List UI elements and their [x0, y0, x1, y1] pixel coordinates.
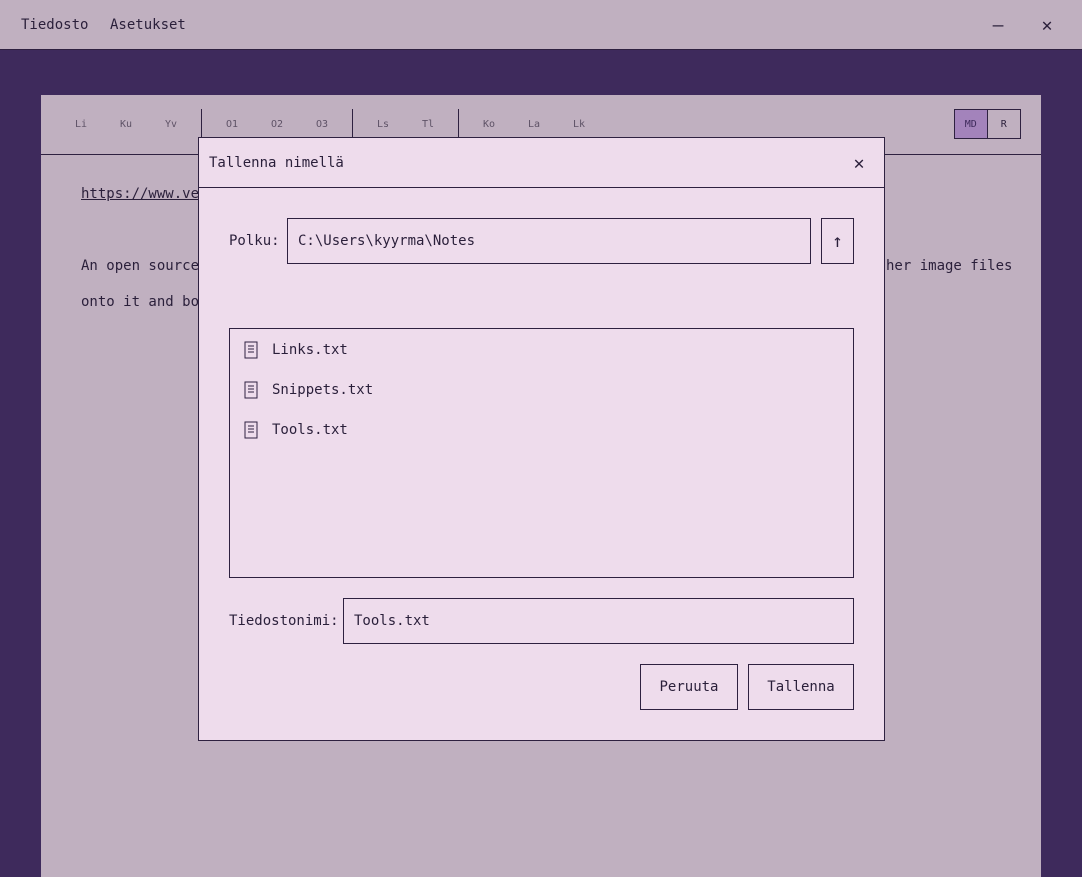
file-name: Links.txt [272, 342, 348, 358]
toolbar-button-o3[interactable]: O3 [307, 119, 337, 130]
dialog-close-button[interactable]: ✕ [847, 151, 871, 175]
toolbar-button-li[interactable]: Li [66, 119, 96, 130]
view-mode-toggle: MD R [954, 109, 1021, 139]
file-name: Snippets.txt [272, 382, 374, 398]
toolbar-button-lk[interactable]: Lk [564, 119, 594, 130]
file-icon [244, 381, 258, 399]
document-text-line-1: An open source [81, 258, 200, 274]
path-label: Polku: [229, 233, 280, 249]
document-link[interactable]: https://www.ver [81, 186, 207, 202]
document-text-line-1-tail: her image files [886, 258, 1013, 274]
parent-folder-button[interactable]: ↑ [821, 218, 854, 264]
list-item[interactable]: Tools.txt [244, 419, 348, 441]
toolbar-button-ls[interactable]: Ls [368, 119, 398, 130]
minimize-button[interactable]: – [987, 14, 1009, 36]
path-input[interactable] [287, 218, 811, 264]
toolbar-separator [458, 109, 459, 139]
filename-label: Tiedostonimi: [229, 613, 339, 629]
file-name: Tools.txt [272, 422, 348, 438]
toolbar-button-tl[interactable]: Tl [413, 119, 443, 130]
toolbar-button-o2[interactable]: O2 [262, 119, 292, 130]
file-list: Links.txt Snippets.txt Tools.txt [229, 328, 854, 578]
file-icon [244, 341, 258, 359]
dialog-header: Tallenna nimellä ✕ [199, 138, 884, 188]
toolbar-button-ku[interactable]: Ku [111, 119, 141, 130]
save-button[interactable]: Tallenna [748, 664, 854, 710]
document-text-line-2: onto it and boo [81, 294, 208, 310]
menu-file[interactable]: Tiedosto [21, 17, 88, 33]
toolbar-separator [352, 109, 353, 139]
toolbar-button-la[interactable]: La [519, 119, 549, 130]
list-item[interactable]: Links.txt [244, 339, 348, 361]
list-item[interactable]: Snippets.txt [244, 379, 373, 401]
mode-md-button[interactable]: MD [955, 110, 988, 138]
title-bar: Tiedosto Asetukset – ✕ [0, 0, 1082, 50]
dialog-title: Tallenna nimellä [209, 155, 344, 171]
mode-r-button[interactable]: R [988, 110, 1021, 138]
menu-settings[interactable]: Asetukset [110, 17, 186, 33]
toolbar-button-yv[interactable]: Yv [156, 119, 186, 130]
cancel-button[interactable]: Peruuta [640, 664, 738, 710]
filename-input[interactable] [343, 598, 854, 644]
window-close-button[interactable]: ✕ [1036, 14, 1058, 36]
toolbar-separator [201, 109, 202, 139]
toolbar-button-ko[interactable]: Ko [474, 119, 504, 130]
toolbar-button-o1[interactable]: O1 [217, 119, 247, 130]
file-icon [244, 421, 258, 439]
save-as-dialog: Tallenna nimellä ✕ Polku: ↑ Links.txt Sn… [198, 137, 885, 741]
